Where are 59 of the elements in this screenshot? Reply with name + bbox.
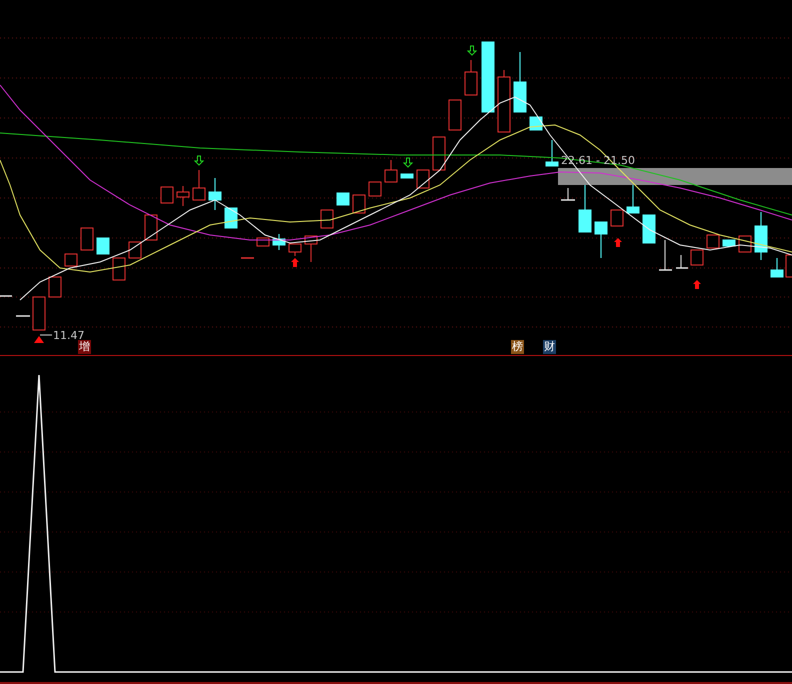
up-arrow-icon (693, 280, 701, 289)
candlestick (224, 208, 238, 228)
candlestick (659, 240, 672, 271)
candlestick (722, 240, 736, 246)
event-tag[interactable]: 财 (543, 340, 556, 354)
candlestick (384, 160, 398, 182)
candlestick (770, 258, 784, 278)
candlestick (368, 182, 382, 196)
candlestick (48, 276, 62, 298)
candlestick (464, 60, 478, 96)
candlestick (256, 238, 270, 246)
candlestick (320, 210, 334, 228)
low-price-label: 11.47 (53, 329, 84, 342)
leader-line (40, 334, 52, 336)
candlestick (416, 170, 430, 188)
triangle-icon (34, 336, 44, 343)
candlestick (192, 170, 206, 200)
candlestick (594, 222, 608, 258)
candlestick (498, 70, 510, 132)
candlestick (160, 186, 174, 204)
candlestick (208, 178, 222, 210)
down-arrow-icon (194, 156, 204, 166)
candlestick (626, 184, 640, 214)
candlestick (272, 234, 286, 250)
candlestick (112, 258, 126, 280)
candlestick (288, 244, 302, 256)
candlestick (241, 257, 254, 259)
up-arrow-icon (291, 258, 299, 267)
candlestick (176, 186, 190, 206)
candlestick (32, 296, 46, 330)
candlestick (546, 140, 558, 166)
candlestick (96, 238, 110, 254)
candlestick (754, 212, 768, 260)
candlestick (80, 228, 94, 250)
candlestick (706, 234, 720, 248)
candlestick (16, 315, 30, 317)
candlestick (400, 174, 414, 178)
candlestick (432, 136, 446, 170)
candlestick (514, 52, 526, 112)
candlestick (336, 192, 350, 206)
up-arrow-icon (614, 238, 622, 247)
candlestick (676, 254, 688, 269)
candlestick (144, 214, 158, 240)
candlestick (642, 214, 656, 244)
candlestick (0, 295, 12, 297)
candlestick (482, 42, 494, 112)
candlestick (352, 194, 366, 214)
event-tag[interactable]: 增 (78, 340, 91, 354)
candlestick (610, 210, 624, 226)
candlestick (561, 188, 575, 201)
candlestick (64, 254, 78, 266)
candlestick (128, 242, 142, 258)
candlestick (690, 250, 704, 266)
down-arrow-icon (402, 158, 414, 168)
down-arrow-icon (466, 46, 478, 56)
candlestick (448, 100, 462, 130)
candlestick (304, 236, 318, 262)
candlestick (578, 184, 592, 232)
event-tag[interactable]: 榜 (511, 340, 524, 354)
